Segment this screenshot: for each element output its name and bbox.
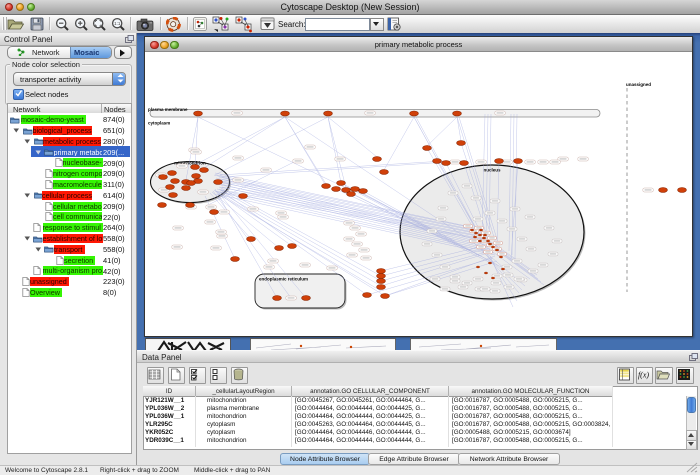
svg-text:plasma membrane: plasma membrane — [148, 107, 188, 112]
svg-text:cytoplasm: cytoplasm — [148, 121, 170, 126]
svg-text:unassigned: unassigned — [626, 82, 651, 87]
svg-text:1:1: 1:1 — [114, 21, 121, 26]
svg-text:nucleus: nucleus — [483, 168, 501, 173]
svg-text:f(x): f(x) — [638, 371, 649, 380]
